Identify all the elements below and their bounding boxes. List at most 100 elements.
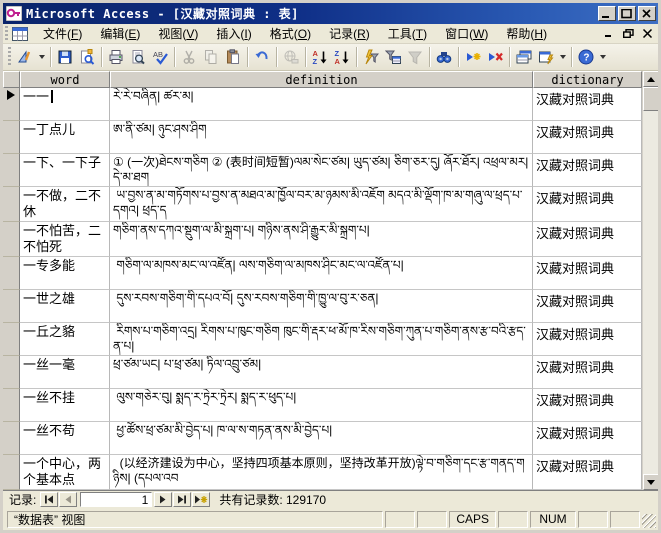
vertical-scrollbar[interactable] [642,71,658,490]
previous-record-button[interactable] [59,492,78,507]
spelling-button[interactable]: AB [149,46,171,68]
word-cell[interactable]: 一世之雄 [20,290,110,323]
sort-ascending-button[interactable]: AZ [309,46,331,68]
dictionary-cell[interactable]: 汉藏对照词典 [533,422,642,455]
new-record-nav-button[interactable] [192,492,211,507]
scrollbar-thumb[interactable] [643,87,658,111]
definition-cell[interactable]: ཕྲ་ཙམ་ཡང| པ་ཕྲ་ཙམ| ཏིལ་འབྲུ་ཙམ| [110,356,533,389]
current-record-input[interactable] [80,492,153,507]
definition-cell[interactable]: གཅིག་ནས་དཀའ་སྡུག་ལ་མི་སྐྲག་པ| གཉིས་ནས་ཤི… [110,222,533,257]
row-selector[interactable] [3,257,20,290]
select-all-header[interactable] [3,71,20,88]
word-cell[interactable]: 一个中心，两个基本点 [20,455,110,490]
word-cell[interactable]: 一下、一下子 [20,154,110,187]
definition-cell[interactable]: གཅིག་ལ་མཁས་མང་ལ་འཛོན| ལས་གཅིག་ལ་མཁས་ཤིང་… [110,257,533,290]
file-search-button[interactable] [76,46,98,68]
definition-cell[interactable]: (以经济建设为中心，坚持四项基本原则，坚持改革开放)ལྟེ་བ་གཅིག་དང་… [110,455,533,490]
column-header-word[interactable]: word [20,71,110,88]
print-button[interactable] [105,46,127,68]
find-button[interactable] [433,46,455,68]
row-selector[interactable] [3,323,20,356]
copy-button[interactable] [200,46,222,68]
scroll-up-button[interactable] [643,71,658,87]
menu-v[interactable]: 视图(V) [149,23,207,44]
new-record-button[interactable] [462,46,484,68]
paste-button[interactable] [222,46,244,68]
definition-cell[interactable]: ཨ་ནི་ཙམ| ཉུང་ཤས་ཤིག [110,121,533,154]
filter-by-selection-button[interactable] [360,46,382,68]
row-selector[interactable] [3,222,20,257]
row-selector[interactable] [3,121,20,154]
menu-o[interactable]: 格式(O) [261,23,320,44]
definition-cell[interactable]: ཡ་བྱས་ན་མ་གཏོགས་པ་བྱས་ན་མཐའ་མ་ཁྱོལ་བར་མ་… [110,187,533,222]
word-cell[interactable]: 一不做，二不休 [20,187,110,222]
view-button[interactable] [14,46,36,68]
dictionary-cell[interactable]: 汉藏对照词典 [533,121,642,154]
menu-e[interactable]: 编辑(E) [91,23,149,44]
help-button[interactable]: ? [575,46,597,68]
insert-hyperlink-button[interactable] [280,46,302,68]
filter-by-form-button[interactable] [382,46,404,68]
dictionary-cell[interactable]: 汉藏对照词典 [533,88,642,121]
delete-record-button[interactable] [484,46,506,68]
dictionary-cell[interactable]: 汉藏对照词典 [533,290,642,323]
column-header-definition[interactable]: definition [110,71,533,88]
menu-r[interactable]: 记录(R) [320,23,379,44]
next-record-button[interactable] [154,492,173,507]
child-minimize-button[interactable] [601,26,618,41]
menu-w[interactable]: 窗口(W) [436,23,497,44]
last-record-button[interactable] [173,492,192,507]
database-window-button[interactable] [513,46,535,68]
word-cell[interactable]: 一丝一毫 [20,356,110,389]
row-selector[interactable] [3,154,20,187]
row-selector[interactable] [3,389,20,422]
definition-cell[interactable]: ལུས་གཅེར་བུ| སྨད་ར་ཏྲེར་ཏྲེར| སྨད་ར་ཕུད་… [110,389,533,422]
word-cell[interactable]: 一丁点儿 [20,121,110,154]
row-selector[interactable] [3,422,20,455]
row-selector[interactable] [3,187,20,222]
scroll-down-button[interactable] [643,474,658,490]
new-object-dropdown[interactable] [557,46,568,68]
word-cell[interactable]: 一丝不挂 [20,389,110,422]
word-cell[interactable]: 一丘之貉 [20,323,110,356]
resize-grip[interactable] [642,514,656,528]
close-button[interactable] [638,6,656,21]
save-button[interactable] [54,46,76,68]
row-selector[interactable] [3,455,20,490]
cut-button[interactable] [178,46,200,68]
menubar-grip[interactable] [5,25,8,42]
child-close-button[interactable] [639,26,656,41]
definition-cell[interactable]: ① (一次)ཐེངས་གཅིག ② (表时间短暂)ལམ་སེང་ཙམ| ཡུད་… [110,154,533,187]
definition-cell[interactable]: ཕྱ་ཚོས་ཕྲ་ཙམ་མི་བྱེད་པ| ཁ་ལ་ས་གཏན་ནས་མི་… [110,422,533,455]
dictionary-cell[interactable]: 汉藏对照词典 [533,455,642,490]
dictionary-cell[interactable]: 汉藏对照词典 [533,187,642,222]
first-record-button[interactable] [40,492,59,507]
maximize-button[interactable] [618,6,636,21]
child-restore-button[interactable] [620,26,637,41]
undo-button[interactable] [251,46,273,68]
new-object-button[interactable] [535,46,557,68]
minimize-button[interactable] [598,6,616,21]
toolbar-options-button[interactable] [597,46,608,68]
column-header-dictionary[interactable]: dictionary [533,71,642,88]
definition-cell[interactable]: རིགས་པ་གཅིག་འདྲ| རིགས་པ་ཁུང་གཅིག ཁུང་གི་… [110,323,533,356]
apply-filter-button[interactable] [404,46,426,68]
row-selector[interactable] [3,290,20,323]
dictionary-cell[interactable]: 汉藏对照词典 [533,154,642,187]
dictionary-cell[interactable]: 汉藏对照词典 [533,389,642,422]
menu-i[interactable]: 插入(I) [207,23,260,44]
word-cell[interactable]: 一丝不苟 [20,422,110,455]
word-cell[interactable]: 一专多能 [20,257,110,290]
print-preview-button[interactable] [127,46,149,68]
dictionary-cell[interactable]: 汉藏对照词典 [533,257,642,290]
word-cell[interactable]: 一一 [20,88,110,121]
toolbar-grip[interactable] [8,47,11,67]
word-cell[interactable]: 一不怕苦，二不怕死 [20,222,110,257]
dictionary-cell[interactable]: 汉藏对照词典 [533,222,642,257]
row-selector[interactable] [3,88,20,121]
sort-descending-button[interactable]: ZA [331,46,353,68]
menu-t[interactable]: 工具(T) [379,23,436,44]
view-dropdown[interactable] [36,46,47,68]
row-selector[interactable] [3,356,20,389]
dictionary-cell[interactable]: 汉藏对照词典 [533,323,642,356]
